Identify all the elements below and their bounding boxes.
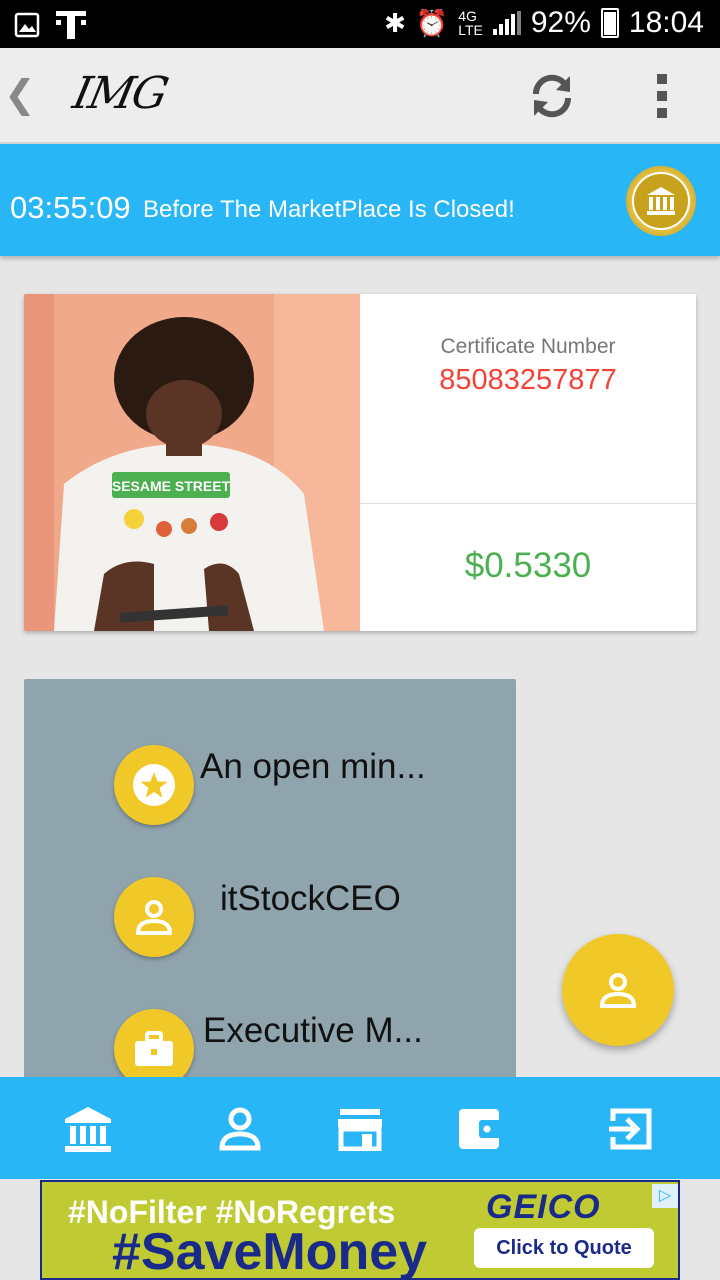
status-bar: ✱ ⏰ 4G LTE 92% 18:04 bbox=[0, 0, 720, 48]
battery-percent: 92% bbox=[530, 6, 591, 39]
store-icon bbox=[338, 1109, 382, 1151]
exit-icon bbox=[609, 1108, 652, 1150]
profile-row-username[interactable]: itStockCEO bbox=[24, 877, 516, 957]
market-countdown-banner: 03:55:09 Before The MarketPlace Is Close… bbox=[0, 144, 720, 256]
profile-info-panel: An open min... itStockCEO Executive M... bbox=[24, 679, 516, 1089]
shirt-text: SESAME STREET bbox=[112, 478, 231, 494]
lte-icon: 4G LTE bbox=[458, 8, 483, 38]
certificate-number: 85083257877 bbox=[439, 364, 617, 396]
person-icon bbox=[114, 877, 194, 957]
ad-banner[interactable]: #NoFilter #NoRegrets #SaveMoney GEICO Cl… bbox=[40, 1180, 680, 1280]
app-logo: IMG bbox=[68, 68, 172, 119]
nav-market[interactable] bbox=[58, 1101, 118, 1157]
bank-icon bbox=[65, 1107, 111, 1152]
bluetooth-icon: ✱ bbox=[384, 7, 406, 38]
bank-coin-icon[interactable] bbox=[626, 166, 696, 236]
certificate-card[interactable]: SESAME STREET Certificate Number 8508325… bbox=[24, 294, 696, 631]
more-vert-icon[interactable] bbox=[654, 74, 670, 118]
wallet-icon bbox=[459, 1109, 501, 1149]
back-chevron-icon[interactable]: ❮ bbox=[4, 72, 36, 117]
star-icon bbox=[114, 745, 194, 825]
profile-fab[interactable] bbox=[562, 934, 674, 1046]
profile-title-text: Executive M... bbox=[203, 1011, 423, 1050]
nav-logout[interactable] bbox=[600, 1101, 660, 1157]
person-icon bbox=[219, 1107, 261, 1151]
card-divider bbox=[360, 503, 696, 504]
adchoices-icon[interactable]: ▷ bbox=[652, 1184, 678, 1208]
image-icon bbox=[14, 12, 40, 38]
refresh-icon[interactable] bbox=[526, 70, 578, 122]
countdown-timer: 03:55:09 bbox=[10, 190, 131, 225]
share-price: $0.5330 bbox=[464, 546, 592, 585]
person-icon bbox=[599, 973, 637, 1008]
bottom-navigation bbox=[0, 1077, 720, 1179]
profile-bio-text: An open min... bbox=[200, 747, 426, 786]
nav-profile[interactable] bbox=[210, 1101, 270, 1157]
carrier-t-icon bbox=[56, 11, 86, 39]
battery-icon bbox=[600, 8, 619, 38]
countdown-message: Before The MarketPlace Is Closed! bbox=[143, 196, 515, 223]
app-bar: ❮ IMG bbox=[0, 48, 720, 144]
ad-slogan: #SaveMoney bbox=[112, 1223, 428, 1280]
profile-photo: SESAME STREET bbox=[24, 294, 360, 631]
certificate-label: Certificate Number bbox=[440, 335, 616, 358]
clock: 18:04 bbox=[628, 6, 704, 39]
nav-wallet[interactable] bbox=[450, 1101, 510, 1157]
ad-brand: GEICO bbox=[486, 1188, 601, 1226]
profile-username-text: itStockCEO bbox=[220, 879, 401, 918]
alarm-icon: ⏰ bbox=[415, 7, 449, 38]
profile-row-bio[interactable]: An open min... bbox=[24, 745, 516, 825]
nav-store[interactable] bbox=[330, 1101, 390, 1157]
signal-icon bbox=[492, 11, 521, 35]
ad-cta-button[interactable]: Click to Quote bbox=[474, 1228, 654, 1268]
